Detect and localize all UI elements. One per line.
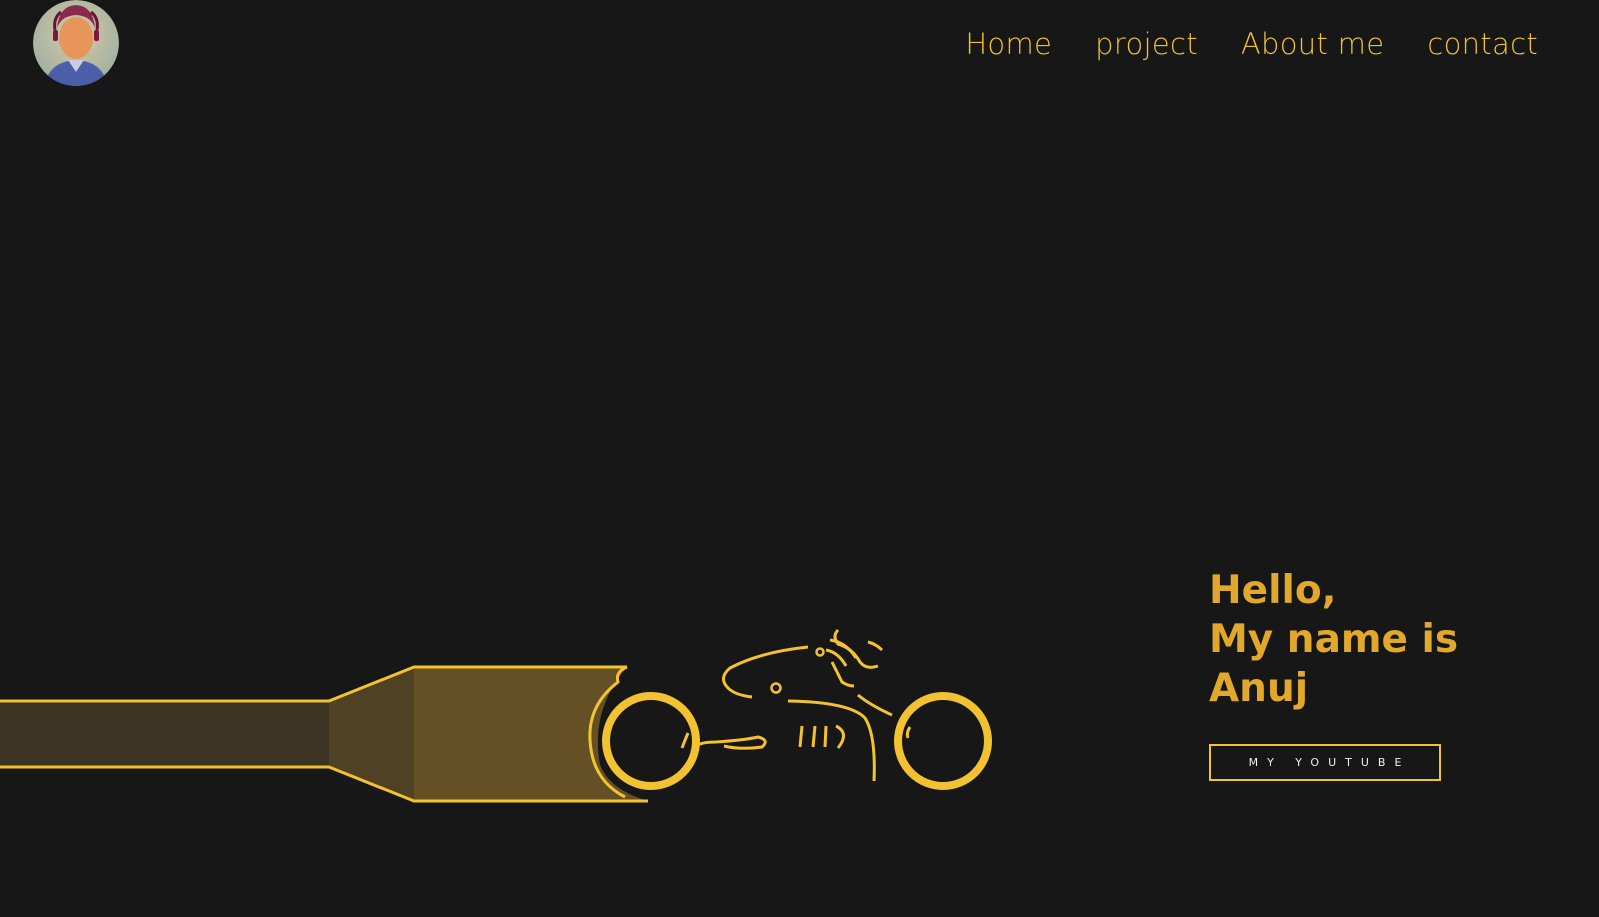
- my-youtube-button[interactable]: MY YOUTUBE: [1209, 744, 1441, 781]
- hero-line-hello: Hello,: [1209, 568, 1337, 613]
- profile-avatar[interactable]: [33, 0, 119, 86]
- avatar-icon: [33, 0, 119, 86]
- hero-greeting: Hello, My name is Anuj: [1209, 566, 1458, 713]
- nav-contact-link[interactable]: contact: [1427, 27, 1538, 61]
- hero-line-my-name-is: My name is: [1209, 617, 1459, 662]
- motorcycle-illustration-icon: [0, 628, 992, 803]
- nav-home-link[interactable]: Home: [965, 27, 1052, 61]
- hero-line-name: Anuj: [1209, 666, 1309, 711]
- page: Home project About me contact Hello, My …: [0, 0, 1599, 917]
- nav-project-link[interactable]: project: [1095, 27, 1198, 61]
- nav-about-link[interactable]: About me: [1241, 27, 1384, 61]
- top-nav: Home project About me contact: [965, 24, 1538, 64]
